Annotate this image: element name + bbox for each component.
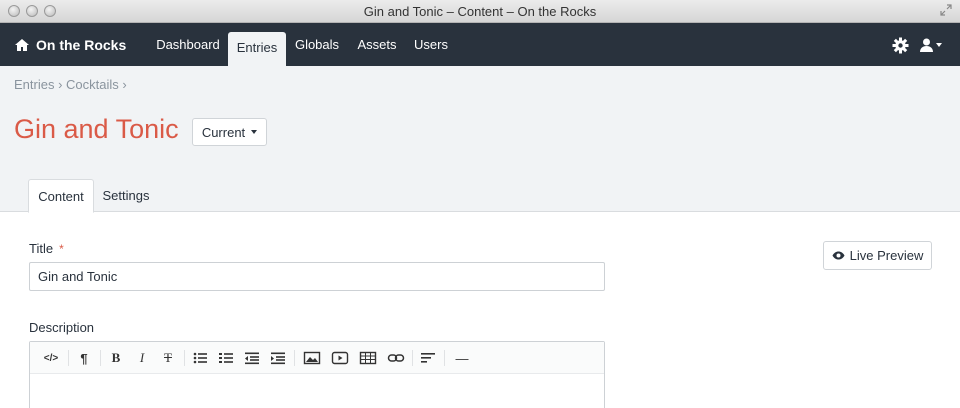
table-icon[interactable] (358, 348, 378, 368)
toolbar-divider (294, 350, 295, 366)
rich-text-toolbar: </> ¶ B I T — (30, 342, 604, 374)
outdent-icon[interactable] (242, 348, 262, 368)
title-field-label: Title * (29, 241, 64, 256)
paragraph-format-icon[interactable]: ¶ (74, 348, 94, 368)
eye-icon (832, 251, 845, 260)
top-navbar: On the Rocks Dashboard Entries Globals A… (0, 23, 960, 66)
bold-icon[interactable]: B (106, 348, 126, 368)
numbered-list-icon[interactable] (216, 348, 236, 368)
horizontal-rule-icon[interactable]: — (450, 348, 474, 368)
toolbar-divider (184, 350, 185, 366)
description-editor[interactable]: </> ¶ B I T — (29, 341, 605, 408)
breadcrumb[interactable]: Entries › Cocktails › (14, 77, 127, 92)
description-field-label: Description (29, 320, 95, 335)
site-name: On the Rocks (36, 36, 127, 53)
nav-assets[interactable]: Assets (352, 23, 402, 66)
tab-settings[interactable]: Settings (96, 179, 156, 212)
toolbar-divider (68, 350, 69, 366)
settings-gear-icon[interactable] (892, 37, 909, 54)
title-label-text: Title (29, 241, 54, 256)
toolbar-divider (444, 350, 445, 366)
html-code-icon[interactable]: </> (38, 348, 64, 368)
bullet-list-icon[interactable] (190, 348, 210, 368)
toolbar-divider (412, 350, 413, 366)
title-input-value: Gin and Tonic (38, 269, 118, 284)
alignment-icon[interactable] (418, 348, 438, 368)
chevron-down-icon (936, 43, 942, 47)
toolbar-divider (100, 350, 101, 366)
version-label: Current (201, 124, 246, 140)
tab-content[interactable]: Content (28, 179, 94, 213)
home-icon (15, 38, 29, 51)
nav-globals[interactable]: Globals (290, 23, 344, 66)
live-preview-label: Live Preview (849, 248, 924, 263)
version-dropdown[interactable]: Current (192, 118, 267, 146)
italic-icon[interactable]: I (132, 348, 152, 368)
page-title: Gin and Tonic (14, 114, 179, 144)
user-icon (920, 38, 933, 52)
window-titlebar: Gin and Tonic – Content – On the Rocks (0, 0, 960, 23)
link-icon[interactable] (386, 348, 406, 368)
window-title: Gin and Tonic – Content – On the Rocks (363, 4, 597, 19)
image-icon[interactable] (302, 348, 322, 368)
live-preview-button[interactable]: Live Preview (823, 241, 932, 270)
video-icon[interactable] (330, 348, 350, 368)
nav-entries[interactable]: Entries (228, 32, 286, 66)
chevron-down-icon (251, 130, 258, 134)
nav-dashboard[interactable]: Dashboard (150, 23, 226, 66)
fullscreen-icon[interactable] (940, 4, 952, 16)
required-indicator: * (59, 242, 64, 256)
nav-users[interactable]: Users (409, 23, 453, 66)
strikethrough-icon[interactable]: T (158, 348, 178, 368)
title-input[interactable]: Gin and Tonic (29, 262, 605, 291)
site-brand[interactable]: On the Rocks (14, 23, 126, 66)
user-menu[interactable] (920, 38, 942, 52)
indent-icon[interactable] (268, 348, 288, 368)
page-header: Entries › Cocktails › Gin and Tonic Curr… (0, 66, 960, 213)
